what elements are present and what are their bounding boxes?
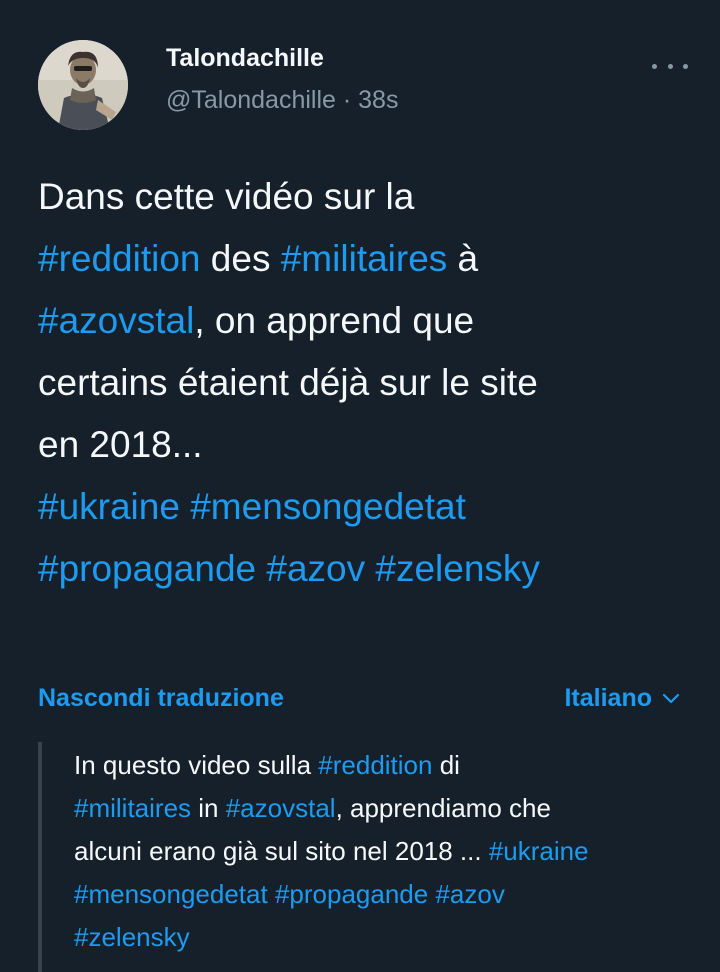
language-label: Italiano bbox=[564, 684, 652, 712]
meta-separator: · bbox=[335, 86, 359, 114]
text-segment bbox=[180, 486, 190, 527]
hashtag-link[interactable]: #militaires bbox=[281, 238, 448, 279]
hashtag-link[interactable]: #propagande bbox=[38, 548, 256, 589]
text-line: #azovstal, on apprend que bbox=[38, 290, 698, 352]
quote-bar bbox=[38, 742, 42, 972]
hashtag-link[interactable]: #reddition bbox=[318, 750, 432, 780]
text-line: In questo video sulla #reddition di bbox=[74, 744, 694, 787]
text-segment bbox=[365, 548, 375, 589]
text-segment bbox=[268, 879, 275, 909]
hashtag-link[interactable]: #reddition bbox=[38, 238, 201, 279]
text-line: certains étaient déjà sur le site bbox=[38, 352, 698, 414]
more-horizontal-icon bbox=[652, 63, 657, 69]
text-line: #militaires in #azovstal, apprendiamo ch… bbox=[74, 787, 694, 830]
text-line: #ukraine #mensongedetat bbox=[38, 476, 698, 538]
text-segment: in bbox=[191, 793, 226, 823]
text-segment: à bbox=[447, 238, 479, 279]
hashtag-link[interactable]: #ukraine bbox=[38, 486, 180, 527]
hashtag-link[interactable]: #azovstal bbox=[38, 300, 194, 341]
text-line: #reddition des #militaires à bbox=[38, 228, 698, 290]
text-segment bbox=[256, 548, 266, 589]
avatar[interactable] bbox=[38, 40, 128, 130]
text-segment: , apprendiamo che bbox=[335, 793, 551, 823]
text-line: Dans cette vidéo sur la bbox=[38, 166, 698, 228]
more-button[interactable] bbox=[652, 56, 688, 76]
chevron-down-icon bbox=[662, 693, 680, 703]
hashtag-link[interactable]: #militaires bbox=[74, 793, 191, 823]
display-name[interactable]: Talondachille bbox=[166, 44, 324, 73]
tweet-text: Dans cette vidéo sur la #reddition des #m… bbox=[38, 166, 698, 600]
hashtag-link[interactable]: #zelensky bbox=[375, 548, 540, 589]
text-line: #zelensky bbox=[74, 916, 694, 959]
hashtag-link[interactable]: #zelensky bbox=[74, 922, 190, 952]
hashtag-link[interactable]: #azov bbox=[266, 548, 365, 589]
handle[interactable]: @Talondachille bbox=[166, 86, 336, 114]
hashtag-link[interactable]: #propagande bbox=[275, 879, 428, 909]
hashtag-link[interactable]: #mensongedetat bbox=[74, 879, 268, 909]
hashtag-link[interactable]: #ukraine bbox=[489, 836, 589, 866]
text-segment: , on apprend que bbox=[194, 300, 475, 341]
text-line: #mensongedetat #propagande #azov bbox=[74, 873, 694, 916]
hashtag-link[interactable]: #azov bbox=[435, 879, 504, 909]
handle-line: @Talondachille · 38s bbox=[166, 86, 398, 115]
text-segment: di bbox=[432, 750, 460, 780]
hashtag-link[interactable]: #azovstal bbox=[226, 793, 336, 823]
text-line: en 2018... bbox=[38, 414, 698, 476]
text-segment: certains étaient déjà sur le site bbox=[38, 362, 538, 403]
hide-translation-link[interactable]: Nascondi traduzione bbox=[38, 684, 284, 713]
text-segment: Dans cette vidéo sur la bbox=[38, 176, 415, 217]
text-line: alcuni erano già sul sito nel 2018 ... #… bbox=[74, 830, 694, 873]
translation-block: In questo video sulla #reddition di #mili… bbox=[38, 742, 688, 972]
text-segment: en 2018... bbox=[38, 424, 203, 465]
more-horizontal-icon-dot bbox=[683, 63, 688, 69]
translated-text: In questo video sulla #reddition di #mili… bbox=[74, 744, 694, 959]
language-dropdown[interactable]: Italiano bbox=[564, 684, 680, 713]
avatar-photo bbox=[38, 40, 128, 130]
text-segment: des bbox=[200, 238, 281, 279]
tweet: Talondachille @Talondachille · 38s Dans … bbox=[0, 0, 720, 972]
more-horizontal-icon-dot bbox=[667, 63, 673, 69]
text-segment: alcuni erano già sul sito nel 2018 ... bbox=[74, 836, 489, 866]
text-segment: In questo video sulla bbox=[74, 750, 319, 780]
text-line: #propagande #azov #zelensky bbox=[38, 538, 698, 600]
hashtag-link[interactable]: #mensongedetat bbox=[190, 486, 466, 527]
timestamp[interactable]: 38s bbox=[358, 86, 398, 114]
